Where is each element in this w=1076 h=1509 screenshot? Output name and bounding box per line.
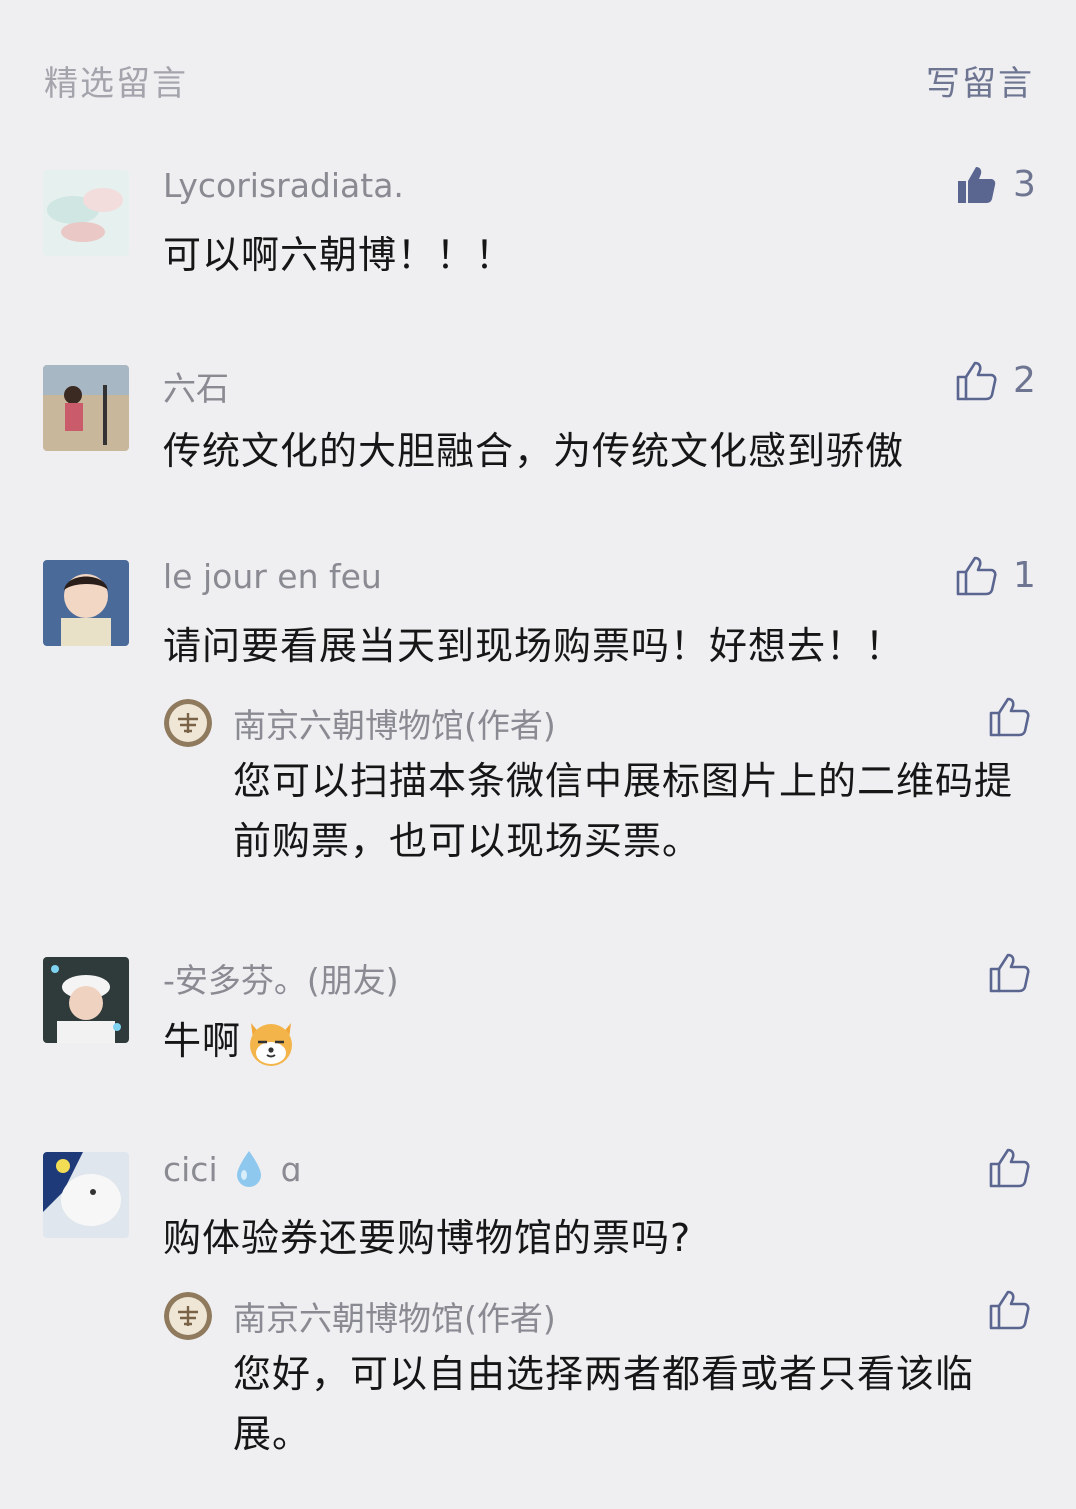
nickname-prefix: cici bbox=[163, 1150, 218, 1189]
comment-content: 购体验券还要购博物馆的票吗? bbox=[163, 1216, 692, 1260]
section-title: 精选留言 bbox=[44, 64, 188, 104]
like-button[interactable]: 1 bbox=[955, 554, 1036, 596]
comment-content: 请问要看展当天到现场购票吗！好想去！！ bbox=[163, 624, 905, 668]
comment-nickname[interactable]: le jour en feu bbox=[163, 557, 382, 596]
like-button[interactable] bbox=[988, 951, 1066, 993]
write-comment-button[interactable]: 写留言 bbox=[926, 56, 1034, 105]
reply-content: 您好，可以自由选择两者都看或者只看该临展。 bbox=[233, 1352, 975, 1456]
thumbs-up-outline-icon bbox=[988, 1146, 1030, 1188]
avatar[interactable] bbox=[43, 1152, 129, 1238]
avatar[interactable] bbox=[43, 560, 129, 646]
reply-content: 您可以扫描本条微信中展标图片上的二维码提前购票，也可以现场买票。 bbox=[233, 759, 1014, 863]
author-avatar[interactable] bbox=[164, 699, 212, 747]
like-button[interactable]: 2 bbox=[955, 359, 1036, 401]
comment-content: 可以啊六朝博！！！ bbox=[163, 233, 515, 277]
like-button[interactable] bbox=[988, 1146, 1066, 1188]
reply-nickname[interactable]: 南京六朝博物馆(作者) bbox=[233, 699, 556, 747]
dog-emoji-icon bbox=[243, 1013, 299, 1069]
like-button[interactable]: 3 bbox=[955, 163, 1036, 205]
avatar[interactable] bbox=[43, 957, 129, 1043]
comment-nickname[interactable]: 六石 bbox=[163, 362, 229, 410]
comment-content: 牛啊 bbox=[163, 1010, 299, 1069]
like-button[interactable] bbox=[988, 695, 1030, 737]
author-avatar[interactable] bbox=[164, 1292, 212, 1340]
thumbs-up-outline-icon bbox=[955, 359, 997, 401]
comment-nickname[interactable]: cici ɑ bbox=[163, 1150, 302, 1189]
comment-nickname[interactable]: Lycorisradiata. bbox=[163, 166, 404, 205]
like-count: 3 bbox=[1013, 163, 1036, 205]
comment-text: 牛啊 bbox=[163, 1019, 242, 1063]
thumbs-up-filled-icon bbox=[955, 163, 997, 205]
thumbs-up-outline-icon bbox=[988, 951, 1030, 993]
thumbs-up-outline-icon bbox=[988, 695, 1030, 737]
comment-nickname[interactable]: -安多芬。(朋友) bbox=[163, 954, 399, 1002]
reply-nickname[interactable]: 南京六朝博物馆(作者) bbox=[233, 1292, 556, 1340]
like-button[interactable] bbox=[988, 1288, 1030, 1330]
water-drop-icon bbox=[234, 1149, 264, 1189]
thumbs-up-outline-icon bbox=[988, 1288, 1030, 1330]
avatar[interactable] bbox=[43, 170, 129, 256]
like-count: 1 bbox=[1013, 554, 1036, 596]
like-count: 2 bbox=[1013, 359, 1036, 401]
thumbs-up-outline-icon bbox=[955, 554, 997, 596]
nickname-suffix: ɑ bbox=[280, 1150, 302, 1189]
avatar[interactable] bbox=[43, 365, 129, 451]
comment-content: 传统文化的大胆融合，为传统文化感到骄傲 bbox=[163, 429, 905, 473]
